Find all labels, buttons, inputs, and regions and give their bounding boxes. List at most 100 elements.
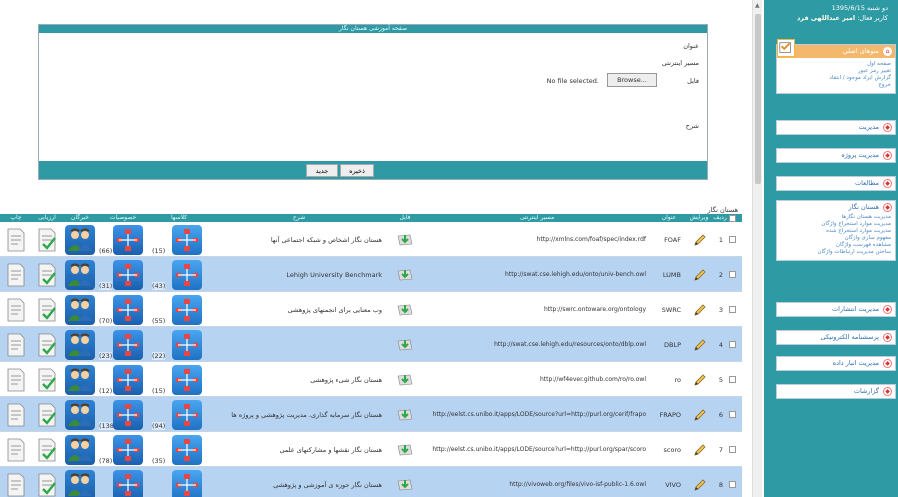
new-button[interactable]: جدید	[306, 164, 338, 177]
print-doc-icon[interactable]	[2, 397, 30, 432]
properties-cell[interactable]: (31)	[98, 257, 148, 292]
class-tree-icon[interactable]	[172, 329, 202, 360]
row-checkbox[interactable]	[727, 397, 737, 432]
sidebar-menu-header[interactable]: ◆ مدیریت انتشارات	[777, 303, 895, 316]
print-doc-icon[interactable]	[2, 432, 30, 467]
row-checkbox[interactable]	[727, 222, 737, 257]
ontology-menu-header[interactable]: ◆ هستان نگار	[777, 201, 895, 214]
properties-cell[interactable]: (23)	[98, 327, 148, 362]
class-tree-icon[interactable]	[172, 259, 202, 290]
sidebar-menu[interactable]: ◆ مدیریت انبار داده	[776, 356, 896, 371]
download-file-icon[interactable]	[390, 362, 420, 397]
edit-icon[interactable]	[685, 222, 715, 257]
row-checkbox[interactable]	[727, 327, 737, 362]
home-menu-header[interactable]: ⌂ منوهای اصلی	[777, 39, 895, 58]
properties-cell[interactable]	[98, 467, 148, 497]
description-input[interactable]	[43, 91, 663, 159]
row-checkbox[interactable]	[727, 467, 737, 497]
ontology-menu-item[interactable]: مدیریت هستان نگارها	[777, 214, 895, 221]
experts-cell[interactable]	[64, 397, 96, 432]
sidebar-menu[interactable]: ◆ مدیریت انتشارات	[776, 302, 896, 317]
print-doc-icon[interactable]	[2, 362, 30, 397]
print-doc-icon[interactable]	[2, 467, 30, 497]
edit-icon[interactable]	[685, 432, 715, 467]
experts-cell[interactable]	[64, 467, 96, 497]
class-tree-icon[interactable]	[172, 469, 202, 497]
experts-people-icon[interactable]	[65, 434, 95, 465]
experts-cell[interactable]	[64, 222, 96, 257]
scroll-thumb[interactable]	[755, 14, 761, 184]
classes-cell[interactable]: (35)	[150, 432, 208, 467]
home-menu-item[interactable]: صفحه اول	[777, 61, 895, 68]
experts-people-icon[interactable]	[65, 399, 95, 430]
classes-cell[interactable]: (43)	[150, 257, 208, 292]
row-checkbox[interactable]	[727, 292, 737, 327]
ontology-menu-item[interactable]: مشاهده فهرست واژگان	[777, 242, 895, 249]
download-file-icon[interactable]	[390, 327, 420, 362]
edit-icon[interactable]	[685, 257, 715, 292]
download-file-icon[interactable]	[390, 397, 420, 432]
url-input[interactable]	[43, 55, 648, 66]
experts-cell[interactable]	[64, 432, 96, 467]
row-checkbox[interactable]	[727, 257, 737, 292]
row-checkbox[interactable]	[727, 432, 737, 467]
home-menu-item[interactable]: گزارش ایراد موجود / انتقاد	[777, 75, 895, 82]
experts-people-icon[interactable]	[65, 294, 95, 325]
class-tree-icon[interactable]	[172, 364, 202, 395]
print-doc-icon[interactable]	[2, 257, 30, 292]
sidebar-menu[interactable]: ◆ مطالعات	[776, 176, 896, 191]
properties-cell[interactable]: (138)	[98, 397, 148, 432]
scroll-up-icon[interactable]: ▲	[755, 2, 760, 9]
download-file-icon[interactable]	[390, 467, 420, 497]
experts-people-icon[interactable]	[65, 224, 95, 255]
classes-cell[interactable]: (15)	[150, 362, 208, 397]
ontology-menu-item[interactable]: ساختن مدیریت ارتباطات واژگان	[777, 249, 895, 256]
sidebar-menu-header[interactable]: ◆ مطالعات	[777, 177, 895, 190]
experts-cell[interactable]	[64, 362, 96, 397]
properties-cell[interactable]: (70)	[98, 292, 148, 327]
ontology-menu-item[interactable]: مدیریت موارد استخراج واژگان	[777, 221, 895, 228]
evaluate-doc-icon[interactable]	[32, 432, 62, 467]
classes-cell[interactable]: (94)	[150, 397, 208, 432]
select-all-header[interactable]	[727, 214, 737, 222]
class-tree-icon[interactable]	[172, 294, 202, 325]
sidebar-menu-header[interactable]: ◆ پرسشنامه الکترونیکی	[777, 331, 895, 344]
property-tree-icon[interactable]	[113, 259, 143, 290]
property-tree-icon[interactable]	[113, 294, 143, 325]
property-tree-icon[interactable]	[113, 364, 143, 395]
save-button[interactable]: ذخیره	[340, 164, 374, 177]
sidebar-menu-header[interactable]: ◆ مدیریت	[777, 121, 895, 134]
property-tree-icon[interactable]	[113, 469, 143, 497]
ontology-menu-item[interactable]: مفهوم سازی واژگان	[777, 235, 895, 242]
class-tree-icon[interactable]	[172, 224, 202, 255]
edit-icon[interactable]	[685, 362, 715, 397]
properties-cell[interactable]: (66)	[98, 222, 148, 257]
classes-cell[interactable]: (22)	[150, 327, 208, 362]
sidebar-menu[interactable]: ◆ مدیریت پروژه	[776, 148, 896, 163]
sidebar-menu[interactable]: ◆ پرسشنامه الکترونیکی	[776, 330, 896, 345]
page-scrollbar[interactable]: ▲	[752, 0, 762, 497]
class-tree-icon[interactable]	[172, 399, 202, 430]
sidebar-menu[interactable]: ◆ گزارشات	[776, 384, 896, 399]
property-tree-icon[interactable]	[113, 434, 143, 465]
edit-icon[interactable]	[685, 467, 715, 497]
browse-button[interactable]: Browse...	[607, 73, 657, 87]
experts-people-icon[interactable]	[65, 329, 95, 360]
sidebar-menu-header[interactable]: ◆ مدیریت انبار داده	[777, 357, 895, 370]
download-file-icon[interactable]	[390, 222, 420, 257]
classes-cell[interactable]: (55)	[150, 292, 208, 327]
classes-cell[interactable]	[150, 467, 208, 497]
evaluate-doc-icon[interactable]	[32, 467, 62, 497]
print-doc-icon[interactable]	[2, 327, 30, 362]
evaluate-doc-icon[interactable]	[32, 222, 62, 257]
edit-icon[interactable]	[685, 397, 715, 432]
property-tree-icon[interactable]	[113, 224, 143, 255]
evaluate-doc-icon[interactable]	[32, 327, 62, 362]
experts-people-icon[interactable]	[65, 469, 95, 497]
download-file-icon[interactable]	[390, 292, 420, 327]
sidebar-menu[interactable]: ◆ مدیریت	[776, 120, 896, 135]
evaluate-doc-icon[interactable]	[32, 257, 62, 292]
experts-people-icon[interactable]	[65, 259, 95, 290]
experts-people-icon[interactable]	[65, 364, 95, 395]
experts-cell[interactable]	[64, 327, 96, 362]
